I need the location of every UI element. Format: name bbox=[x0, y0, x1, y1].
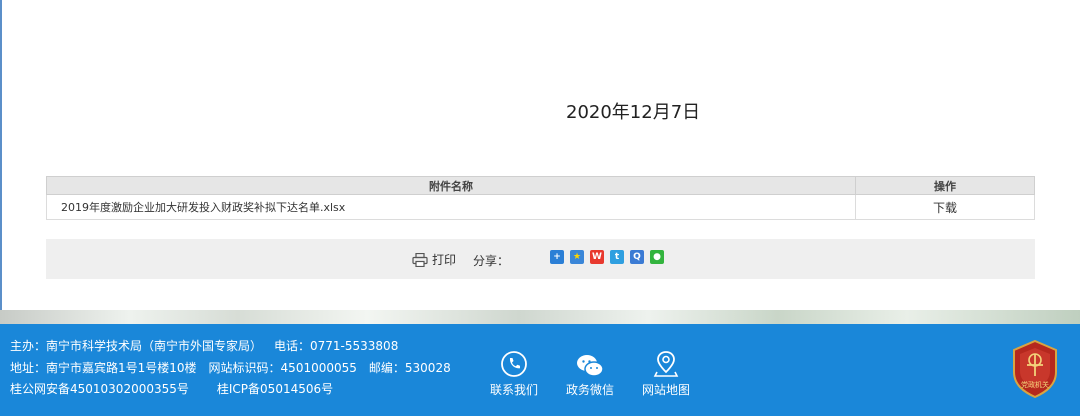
map-pin-icon bbox=[653, 351, 679, 377]
sitemap-link[interactable]: 网站地图 bbox=[631, 350, 701, 398]
publish-date: 2020年12月7日 bbox=[566, 102, 701, 123]
qzone-icon[interactable]: ★ bbox=[570, 250, 584, 264]
contact-us-link[interactable]: 联系我们 bbox=[479, 350, 549, 398]
share-more-icon[interactable]: + bbox=[550, 250, 564, 264]
tencent-weibo-icon[interactable]: t bbox=[610, 250, 624, 264]
wechat-icon bbox=[577, 355, 604, 377]
weibo-icon[interactable]: W bbox=[590, 250, 604, 264]
share-icons: + ★ W t Q ● bbox=[550, 250, 670, 264]
share-bar: 打印 分享： + ★ W t Q ● bbox=[46, 239, 1035, 279]
attachment-file-name: 2019年度激励企业加大研发投入财政奖补拟下达名单.xlsx bbox=[46, 194, 856, 220]
qq-icon[interactable]: Q bbox=[630, 250, 644, 264]
party-government-emblem-icon: 党政机关 bbox=[1013, 339, 1057, 399]
attachments-table: 附件名称 操作 2019年度激励企业加大研发投入财政奖补拟下达名单.xlsx 下… bbox=[46, 176, 1035, 220]
footer-line-1: 主办：南宁市科学技术局（南宁市外国专家局） 电话：0771-5533808 bbox=[10, 336, 463, 358]
footer-phone: 电话：0771-5533808 bbox=[274, 339, 399, 353]
site-footer: 主办：南宁市科学技术局（南宁市外国专家局） 电话：0771-5533808 地址：… bbox=[0, 324, 1080, 416]
footer-line-2: 地址：南宁市嘉宾路1号1号楼10楼 网站标识码：4501000055 邮编：5300… bbox=[10, 358, 463, 380]
phone-icon bbox=[501, 351, 527, 377]
footer-address: 地址：南宁市嘉宾路1号1号楼10楼 bbox=[10, 360, 197, 375]
footer-police-record[interactable]: 桂公网安备45010302000355号 bbox=[10, 382, 189, 396]
footer-postcode: 邮编：530028 bbox=[368, 360, 451, 375]
print-label: 打印 bbox=[432, 253, 457, 267]
table-header-row: 附件名称 操作 bbox=[46, 176, 1035, 195]
column-header-action: 操作 bbox=[855, 176, 1035, 195]
column-header-name: 附件名称 bbox=[46, 176, 856, 195]
contact-us-label: 联系我们 bbox=[489, 383, 538, 397]
badge-text: 党政机关 bbox=[1021, 380, 1049, 389]
wechat-icon[interactable]: ● bbox=[650, 250, 664, 264]
window-left-edge bbox=[0, 0, 2, 322]
download-link[interactable]: 下载 bbox=[855, 194, 1035, 220]
footer-host: 主办：南宁市科学技术局（南宁市外国专家局） bbox=[10, 339, 263, 353]
footer-line-3: 桂公网安备45010302000355号 桂ICP备05014506号 bbox=[10, 379, 463, 401]
footer-info: 主办：南宁市科学技术局（南宁市外国专家局） 电话：0771-5533808 地址：… bbox=[10, 336, 463, 401]
wechat-label: 政务微信 bbox=[565, 383, 614, 397]
footer-icp-record[interactable]: 桂ICP备05014506号 bbox=[217, 382, 333, 396]
table-row: 2019年度激励企业加大研发投入财政奖补拟下达名单.xlsx 下载 bbox=[46, 194, 1035, 220]
party-government-badge[interactable]: 党政机关 bbox=[1011, 339, 1059, 402]
wechat-link[interactable]: 政务微信 bbox=[555, 350, 625, 398]
print-button[interactable]: 打印 bbox=[412, 251, 456, 268]
share-label: 分享： bbox=[473, 254, 510, 268]
sitemap-label: 网站地图 bbox=[641, 383, 690, 397]
printer-icon bbox=[412, 252, 428, 267]
footer-site-code: 网站标识码：4501000055 bbox=[208, 360, 357, 375]
